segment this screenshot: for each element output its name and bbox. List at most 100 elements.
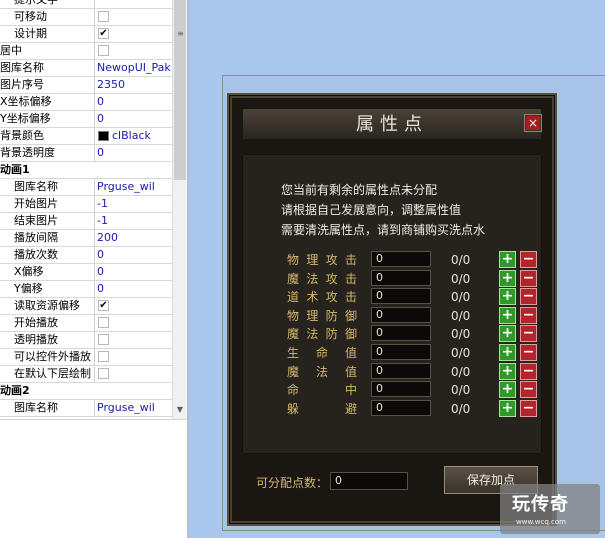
property-value[interactable]: 2350: [97, 77, 172, 93]
plus-button[interactable]: +: [499, 400, 516, 417]
available-points-field[interactable]: 0: [330, 472, 408, 490]
attribute-label: 物理攻击: [287, 253, 357, 267]
minus-button[interactable]: −: [520, 363, 537, 380]
plus-button[interactable]: +: [499, 251, 516, 268]
property-scrollbar[interactable]: ≡ ▼: [172, 0, 187, 419]
property-row[interactable]: X坐标偏移 0: [0, 94, 172, 111]
property-value[interactable]: Prguse_wil: [97, 400, 172, 416]
property-row[interactable]: 背景透明度 0: [0, 145, 172, 162]
info-line-remaining: 您当前有剩余的属性点未分配: [281, 183, 438, 197]
attribute-value-field[interactable]: 0: [371, 400, 431, 416]
property-value[interactable]: -1: [97, 213, 172, 229]
minus-button[interactable]: −: [520, 325, 537, 342]
property-row[interactable]: 提示文字: [0, 0, 172, 9]
attribute-label: 魔法防御: [287, 327, 357, 341]
plus-button[interactable]: +: [499, 381, 516, 398]
property-row[interactable]: Y坐标偏移 0: [0, 111, 172, 128]
property-checkbox[interactable]: [98, 351, 109, 362]
property-checkbox[interactable]: [98, 334, 109, 345]
property-value[interactable]: 200: [97, 230, 172, 246]
color-swatch-icon[interactable]: [98, 131, 109, 141]
plus-button[interactable]: +: [499, 288, 516, 305]
property-row[interactable]: 透明播放: [0, 332, 172, 349]
property-row[interactable]: 图库名称 NewopUI_Pak: [0, 60, 172, 77]
attribute-value-field[interactable]: 0: [371, 307, 431, 323]
property-row[interactable]: X偏移 0: [0, 264, 172, 281]
property-checkbox[interactable]: [98, 368, 109, 379]
property-row[interactable]: 可移动: [0, 9, 172, 26]
scroll-down-arrow-icon[interactable]: ▼: [174, 403, 186, 417]
plus-button[interactable]: +: [499, 307, 516, 324]
property-checkbox[interactable]: ✔: [98, 300, 109, 311]
property-column-divider: [94, 349, 95, 365]
attribute-row: 物理防御 0 0/0 + −: [243, 307, 543, 325]
attribute-value-field[interactable]: 0: [371, 363, 431, 379]
attribute-value-field[interactable]: 0: [371, 344, 431, 360]
property-value[interactable]: 0: [97, 111, 172, 127]
property-row[interactable]: 可以控件外播放: [0, 349, 172, 366]
minus-button[interactable]: −: [520, 270, 537, 287]
property-value[interactable]: 0: [97, 94, 172, 110]
property-row[interactable]: 图片序号 2350: [0, 77, 172, 94]
property-value[interactable]: 0: [97, 247, 172, 263]
attribute-label: 道术攻击: [287, 290, 357, 304]
property-value[interactable]: -1: [97, 196, 172, 212]
property-row[interactable]: 开始图片 -1: [0, 196, 172, 213]
property-row[interactable]: 开始播放: [0, 315, 172, 332]
property-row[interactable]: 播放次数 0: [0, 247, 172, 264]
property-row[interactable]: 结束图片 -1: [0, 213, 172, 230]
minus-button[interactable]: −: [520, 251, 537, 268]
watermark-logo: 玩传奇: [512, 494, 569, 515]
attribute-value-field[interactable]: 0: [371, 381, 431, 397]
property-value[interactable]: Prguse_wil: [97, 179, 172, 195]
plus-button[interactable]: +: [499, 344, 516, 361]
property-column-divider: [94, 179, 95, 195]
plus-button[interactable]: +: [499, 325, 516, 342]
attribute-value-field[interactable]: 0: [371, 325, 431, 341]
attribute-ratio: 0/0: [451, 365, 471, 379]
attribute-row: 道术攻击 0 0/0 + −: [243, 288, 543, 306]
property-value[interactable]: 0: [97, 145, 172, 161]
attribute-ratio: 0/0: [451, 383, 471, 397]
property-checkbox[interactable]: [98, 317, 109, 328]
property-row[interactable]: 读取资源偏移 ✔: [0, 298, 172, 315]
close-button[interactable]: ×: [524, 114, 542, 132]
property-checkbox[interactable]: [98, 45, 109, 56]
plus-button[interactable]: +: [499, 270, 516, 287]
minus-button[interactable]: −: [520, 344, 537, 361]
attribute-points-dialog[interactable]: 属性点 × 您当前有剩余的属性点未分配 请根据自己发展意向，调整属性值 需要清洗…: [230, 96, 554, 523]
minus-button[interactable]: −: [520, 288, 537, 305]
property-row[interactable]: 设计期 ✔: [0, 26, 172, 43]
attribute-value-field[interactable]: 0: [371, 251, 431, 267]
property-row[interactable]: Y偏移 0: [0, 281, 172, 298]
property-name: X偏移: [14, 265, 44, 278]
property-row[interactable]: 居中: [0, 43, 172, 60]
scrollbar-thumb[interactable]: ≡: [174, 0, 186, 180]
property-row[interactable]: 在默认下层绘制: [0, 366, 172, 383]
property-grid: 提示文字可移动设计期✔居中图库名称NewopUI_Pak图片序号2350X坐标偏…: [0, 0, 187, 419]
property-category[interactable]: 动画1: [0, 162, 172, 179]
property-category[interactable]: 动画2: [0, 383, 172, 400]
minus-button[interactable]: −: [520, 307, 537, 324]
minus-button[interactable]: −: [520, 381, 537, 398]
property-checkbox[interactable]: [98, 11, 109, 22]
property-column-divider: [94, 196, 95, 212]
property-name: Y偏移: [14, 282, 43, 295]
property-value[interactable]: NewopUI_Pak: [97, 60, 172, 76]
attribute-row: 命中 0 0/0 + −: [243, 381, 543, 399]
minus-button[interactable]: −: [520, 400, 537, 417]
property-row[interactable]: 图库名称 Prguse_wil: [0, 179, 172, 196]
property-row[interactable]: 播放间隔 200: [0, 230, 172, 247]
property-checkbox[interactable]: ✔: [98, 28, 109, 39]
plus-button[interactable]: +: [499, 363, 516, 380]
property-value[interactable]: 0: [97, 281, 172, 297]
property-value[interactable]: [97, 0, 172, 8]
attribute-value-field[interactable]: 0: [371, 288, 431, 304]
property-value[interactable]: 0: [97, 264, 172, 280]
property-row[interactable]: 图库名称 Prguse_wil: [0, 400, 172, 417]
attribute-label: 躲避: [287, 402, 357, 416]
property-name: 播放间隔: [14, 231, 58, 244]
dialog-titlebar[interactable]: 属性点: [242, 108, 542, 140]
attribute-value-field[interactable]: 0: [371, 270, 431, 286]
property-row[interactable]: 背景颜色 clBlack: [0, 128, 172, 145]
